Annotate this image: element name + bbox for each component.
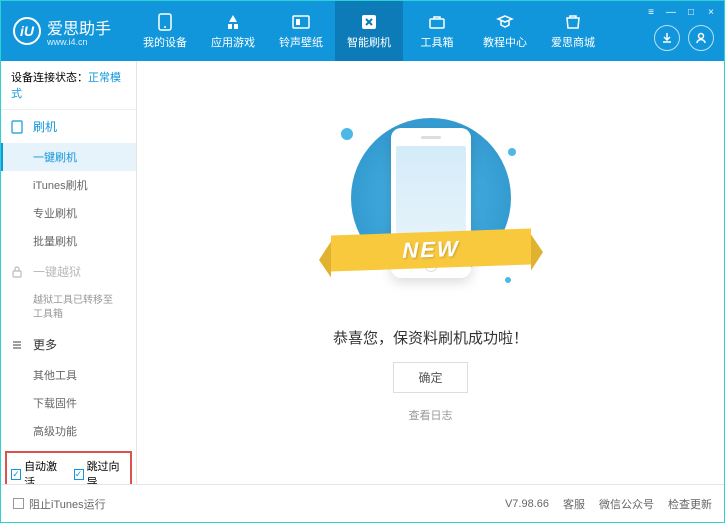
app-url: www.i4.cn: [47, 37, 111, 47]
app-name: 爱思助手: [47, 21, 111, 38]
logo-area: iU 爱思助手 www.i4.cn: [1, 15, 131, 47]
service-link[interactable]: 客服: [563, 496, 585, 512]
jailbreak-note: 越狱工具已转移至 工具箱: [1, 288, 136, 328]
tutorial-icon: [495, 13, 515, 31]
phone-small-icon: [11, 120, 27, 134]
footer: 阻止iTunes运行 V7.98.66 客服 微信公众号 检查更新: [1, 484, 724, 522]
check-skip-guide[interactable]: ✓跳过向导: [74, 458, 127, 484]
success-message: 恭喜您，保资料刷机成功啦！: [333, 327, 528, 348]
nav-toolbox[interactable]: 工具箱: [403, 1, 471, 61]
connection-status: 设备连接状态：正常模式: [1, 61, 136, 110]
checkbox-icon: ✓: [74, 469, 84, 480]
nav-store[interactable]: 爱思商城: [539, 1, 607, 61]
more-icon: [11, 339, 27, 351]
sidebar-item-oneclick[interactable]: 一键刷机: [1, 143, 136, 171]
version-label: V7.98.66: [505, 498, 549, 510]
check-block-itunes[interactable]: 阻止iTunes运行: [13, 496, 106, 512]
main-content: NEW 恭喜您，保资料刷机成功啦！ 确定 查看日志: [137, 61, 724, 484]
nav-my-device[interactable]: 我的设备: [131, 1, 199, 61]
sidebar-cat-flash[interactable]: 刷机: [1, 110, 136, 143]
view-log-link[interactable]: 查看日志: [409, 407, 453, 423]
sidebar-item-advanced[interactable]: 高级功能: [1, 417, 136, 445]
flash-icon: [359, 13, 379, 31]
nav-tutorials[interactable]: 教程中心: [471, 1, 539, 61]
logo-icon: iU: [13, 17, 41, 45]
checkbox-icon: [13, 498, 24, 509]
new-ribbon: NEW: [331, 228, 531, 271]
window-controls: ≡ — □ ×: [638, 1, 724, 23]
wechat-link[interactable]: 微信公众号: [599, 496, 654, 512]
header-actions: [654, 25, 714, 51]
update-link[interactable]: 检查更新: [668, 496, 712, 512]
lock-icon: [11, 266, 27, 278]
success-illustration: NEW: [356, 123, 506, 303]
main-nav: 我的设备 应用游戏 铃声壁纸 智能刷机 工具箱 教程中心 爱思商城: [131, 1, 724, 61]
phone-icon: [155, 13, 175, 31]
sidebar-item-batch[interactable]: 批量刷机: [1, 227, 136, 255]
sidebar: 设备连接状态：正常模式 刷机 一键刷机 iTunes刷机 专业刷机 批量刷机 一…: [1, 61, 137, 484]
download-button[interactable]: [654, 25, 680, 51]
nav-ringtones[interactable]: 铃声壁纸: [267, 1, 335, 61]
check-auto-activate[interactable]: ✓自动激活: [11, 458, 64, 484]
app-header: iU 爱思助手 www.i4.cn 我的设备 应用游戏 铃声壁纸 智能刷机 工具…: [1, 1, 724, 61]
sidebar-item-itunes[interactable]: iTunes刷机: [1, 171, 136, 199]
sidebar-item-download-fw[interactable]: 下载固件: [1, 389, 136, 417]
sidebar-item-other[interactable]: 其他工具: [1, 361, 136, 389]
nav-flash[interactable]: 智能刷机: [335, 1, 403, 61]
checkbox-icon: ✓: [11, 469, 21, 480]
option-checks: ✓自动激活 ✓跳过向导: [5, 451, 132, 484]
nav-apps[interactable]: 应用游戏: [199, 1, 267, 61]
store-icon: [563, 13, 583, 31]
maximize-button[interactable]: □: [684, 5, 698, 19]
close-button[interactable]: ×: [704, 5, 718, 19]
confirm-button[interactable]: 确定: [393, 362, 467, 393]
sidebar-item-pro[interactable]: 专业刷机: [1, 199, 136, 227]
apps-icon: [223, 13, 243, 31]
minimize-button[interactable]: —: [664, 5, 678, 19]
wallpaper-icon: [291, 13, 311, 31]
user-button[interactable]: [688, 25, 714, 51]
sidebar-cat-jailbreak[interactable]: 一键越狱: [1, 255, 136, 288]
sidebar-cat-more[interactable]: 更多: [1, 328, 136, 361]
menu-icon[interactable]: ≡: [644, 5, 658, 19]
toolbox-icon: [427, 13, 447, 31]
